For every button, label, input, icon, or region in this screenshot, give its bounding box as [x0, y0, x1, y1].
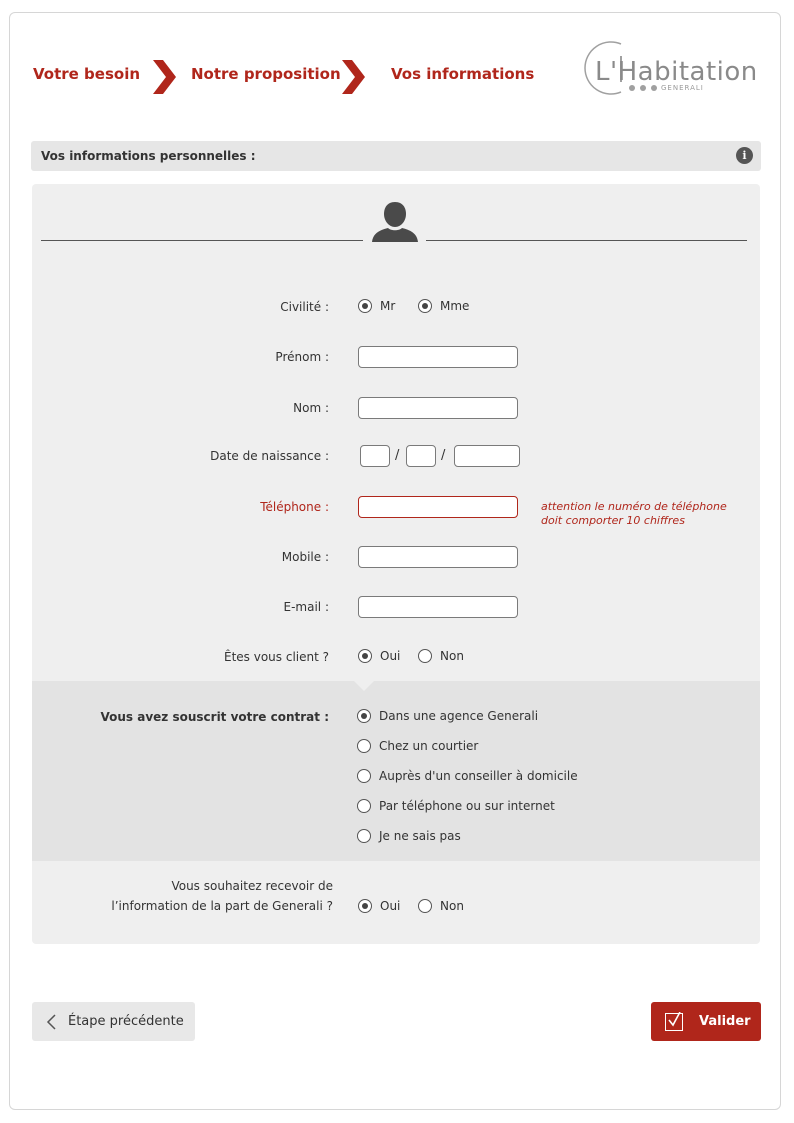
radio-label: Oui	[380, 649, 401, 663]
submit-label: Valider	[699, 1014, 751, 1029]
client-non-radio[interactable]: Non	[418, 649, 464, 663]
divider-right	[426, 240, 747, 241]
radio-label: Auprès d'un conseiller à domicile	[379, 769, 578, 783]
email-field[interactable]	[358, 596, 518, 618]
submit-button[interactable]: Valider	[651, 1002, 761, 1041]
radio-unchecked-icon	[357, 769, 371, 783]
checkbox-check-icon	[665, 1011, 683, 1031]
personal-info-panel: Civilité : Mr Mme Prénom : Nom : Date de…	[32, 184, 760, 944]
telephone-label: Téléphone :	[260, 500, 329, 514]
telephone-error-message: attention le numéro de téléphone doit co…	[541, 500, 727, 528]
chevron-left-icon	[46, 1013, 56, 1030]
email-label: E-mail :	[283, 600, 329, 614]
radio-unchecked-icon	[418, 649, 432, 663]
user-icon	[372, 202, 418, 242]
radio-label: Oui	[380, 899, 401, 913]
birth-year-field[interactable]	[454, 445, 520, 467]
radio-unchecked-icon	[418, 899, 432, 913]
previous-step-button[interactable]: Étape précédente	[32, 1002, 195, 1041]
radio-label: Mr	[380, 299, 396, 313]
client-label: Êtes vous client ?	[224, 650, 329, 664]
information-label: Vous souhaitez recevoir de l’information…	[111, 876, 333, 916]
step-vos-informations: Vos informations	[391, 65, 535, 83]
habitation-logo: L'Habitation GENERALI	[577, 38, 757, 100]
telephone-field[interactable]	[358, 496, 518, 518]
prenom-label: Prénom :	[275, 350, 329, 364]
radio-label: Mme	[440, 299, 470, 313]
section-header: Vos informations personnelles : i	[31, 141, 761, 171]
birth-day-field[interactable]	[360, 445, 390, 467]
information-label-line: l’information de la part de Generali ?	[111, 899, 333, 913]
steps-breadcrumb: Votre besoin Notre proposition Vos infor…	[0, 60, 560, 94]
logo-text: L'Habitation	[595, 57, 758, 87]
radio-checked-icon	[358, 899, 372, 913]
contrat-agence-radio[interactable]: Dans une agence Generali	[357, 709, 538, 723]
information-non-radio[interactable]: Non	[418, 899, 464, 913]
step-notre-proposition[interactable]: Notre proposition	[191, 65, 341, 83]
radio-checked-icon	[358, 649, 372, 663]
radio-checked-icon	[357, 709, 371, 723]
radio-label: Par téléphone ou sur internet	[379, 799, 555, 813]
mobile-field[interactable]	[358, 546, 518, 568]
chevron-right-icon	[153, 60, 176, 94]
error-line: doit comporter 10 chiffres	[541, 514, 685, 527]
radio-checked-icon	[358, 299, 372, 313]
radio-label: Non	[440, 899, 464, 913]
radio-label: Chez un courtier	[379, 739, 479, 753]
birth-month-field[interactable]	[406, 445, 436, 467]
section-title: Vos informations personnelles :	[41, 149, 256, 163]
civilite-label: Civilité :	[280, 300, 329, 314]
logo-subtext: GENERALI	[661, 84, 704, 92]
contrat-domicile-radio[interactable]: Auprès d'un conseiller à domicile	[357, 769, 578, 783]
radio-checked-icon	[418, 299, 432, 313]
prenom-field[interactable]	[358, 346, 518, 368]
date-separator: /	[441, 448, 446, 463]
date-separator: /	[395, 448, 400, 463]
civilite-mr-radio[interactable]: Mr	[358, 299, 395, 313]
nom-field[interactable]	[358, 397, 518, 419]
contrat-ne-sais-pas-radio[interactable]: Je ne sais pas	[357, 829, 461, 843]
step-votre-besoin[interactable]: Votre besoin	[33, 65, 140, 83]
info-icon[interactable]: i	[736, 147, 753, 164]
mobile-label: Mobile :	[281, 550, 329, 564]
radio-unchecked-icon	[357, 739, 371, 753]
chevron-right-icon	[342, 60, 365, 94]
information-label-line: Vous souhaitez recevoir de	[171, 879, 333, 893]
radio-label: Je ne sais pas	[379, 829, 461, 843]
radio-label: Dans une agence Generali	[379, 709, 539, 723]
nom-label: Nom :	[293, 401, 329, 415]
radio-label: Non	[440, 649, 464, 663]
band-notch	[354, 681, 374, 691]
civilite-mme-radio[interactable]: Mme	[418, 299, 469, 313]
previous-step-label: Étape précédente	[68, 1014, 184, 1029]
radio-unchecked-icon	[357, 799, 371, 813]
radio-unchecked-icon	[357, 829, 371, 843]
contrat-telephone-radio[interactable]: Par téléphone ou sur internet	[357, 799, 555, 813]
contrat-courtier-radio[interactable]: Chez un courtier	[357, 739, 478, 753]
naissance-label: Date de naissance :	[210, 449, 329, 463]
divider-left	[41, 240, 363, 241]
client-oui-radio[interactable]: Oui	[358, 649, 400, 663]
error-line: attention le numéro de téléphone	[541, 500, 727, 513]
information-oui-radio[interactable]: Oui	[358, 899, 400, 913]
contrat-label: Vous avez souscrit votre contrat :	[100, 710, 330, 724]
